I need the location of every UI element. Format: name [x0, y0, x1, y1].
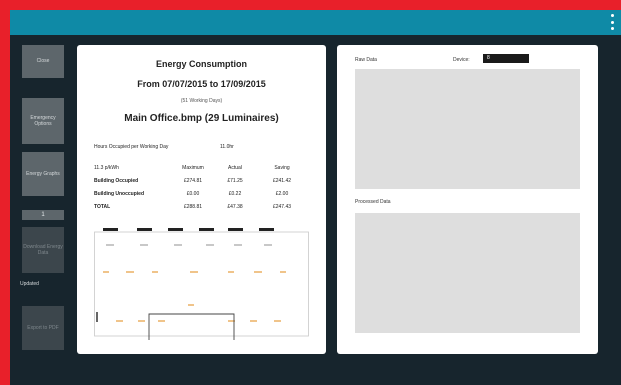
report-date-range: From 07/07/2015 to 17/09/2015 — [137, 79, 266, 89]
table-row: TOTAL £288.81 £47.38 £247.43 — [94, 204, 309, 212]
luminaire-marks-row3 — [116, 304, 281, 322]
processed-data-area — [355, 213, 580, 333]
raw-data-label: Raw Data — [355, 57, 377, 63]
row-actual: £0.22 — [228, 191, 242, 197]
row-label: Building Occupied — [94, 178, 139, 184]
row-actual: £71.25 — [227, 178, 243, 184]
row-actual: £47.38 — [227, 204, 243, 210]
row-label: Building Unoccupied — [94, 191, 144, 197]
luminaire-marks-row2 — [103, 271, 286, 273]
floor-plan-chart — [94, 228, 309, 340]
hours-label: Hours Occupied per Working Day — [94, 144, 169, 150]
door-mark — [96, 312, 98, 322]
luminaire-marks-row1 — [106, 244, 272, 246]
table-header: 11.3 p/kWh Maximum Actual Saving — [94, 165, 309, 173]
row-maximum: £288.81 — [183, 204, 203, 210]
processed-data-label: Processed Data — [355, 199, 391, 205]
small-button[interactable]: 1 — [22, 210, 64, 220]
energy-report-card: Energy Consumption From 07/07/2015 to 17… — [77, 45, 326, 354]
luminaire-bar — [103, 228, 118, 231]
report-title: Energy Consumption — [155, 59, 247, 69]
overflow-menu-icon[interactable] — [609, 14, 615, 30]
header-saving: Saving — [274, 165, 290, 171]
luminaire-bar — [259, 228, 274, 231]
header-actual: Actual — [228, 165, 242, 171]
device-select[interactable]: 8 — [483, 54, 529, 63]
report-office: Main Office.bmp (29 Luminaires) — [124, 113, 279, 124]
luminaire-bars — [103, 228, 274, 231]
table-row: Building Unoccupied £0.00 £0.22 £2.00 — [94, 191, 309, 199]
luminaire-bar — [228, 228, 243, 231]
energy-graphs-button[interactable]: Energy Graphs — [22, 152, 64, 196]
row-saving: £241.42 — [272, 178, 292, 184]
report-working-days: (51 Working Days) — [180, 98, 223, 104]
header-maximum: Maximum — [182, 165, 204, 171]
close-button[interactable]: Close — [22, 45, 64, 78]
row-maximum: £0.00 — [186, 191, 200, 197]
luminaire-bar — [168, 228, 183, 231]
table-row: Building Occupied £274.81 £71.25 £241.42 — [94, 178, 309, 186]
row-saving: £2.00 — [275, 191, 289, 197]
luminaire-bar — [137, 228, 152, 231]
emergency-options-button[interactable]: Emergency Options — [22, 98, 64, 144]
top-bar — [10, 10, 621, 35]
row-saving: £247.43 — [272, 204, 292, 210]
device-label: Device: — [453, 57, 470, 63]
raw-data-area — [355, 69, 580, 189]
hours-value: 11.0hr — [220, 144, 234, 150]
export-pdf-button[interactable]: Export to PDF — [22, 306, 64, 350]
header-rate: 11.3 p/kWh — [94, 165, 119, 171]
updated-label: Updated — [20, 281, 39, 287]
row-label: TOTAL — [94, 204, 111, 210]
app-screen: Close Emergency Options Energy Graphs 1 … — [10, 10, 621, 385]
row-maximum: £274.81 — [183, 178, 203, 184]
download-energy-data-button[interactable]: Download Energy Data — [22, 227, 64, 273]
luminaire-bar — [199, 228, 214, 231]
data-panel: Raw Data Device: 8 Processed Data — [337, 45, 598, 354]
